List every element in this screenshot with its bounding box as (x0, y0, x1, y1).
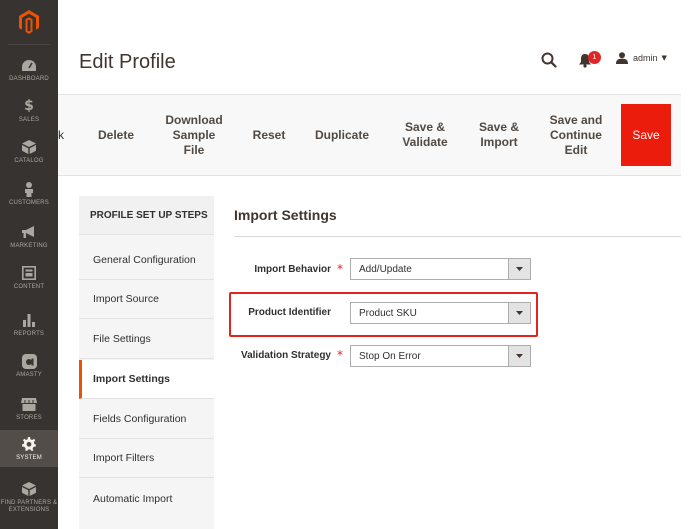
dollar-icon: $ (24, 98, 34, 114)
duplicate-button[interactable]: Duplicate (310, 95, 374, 175)
step-automatic-import[interactable]: Automatic Import (79, 479, 214, 518)
notification-badge: 1 (588, 51, 601, 64)
step-import-filters[interactable]: Import Filters (79, 439, 214, 478)
validation-strategy-label: Validation Strategy (240, 350, 331, 361)
dropdown-arrow-icon (508, 259, 530, 279)
sidebar-item-label: SALES (18, 117, 40, 123)
sidebar-item-dashboard[interactable]: DASHBOARD (0, 57, 58, 83)
validation-strategy-value: Stop On Error (359, 350, 421, 362)
step-fields-configuration[interactable]: Fields Configuration (79, 400, 214, 439)
step-import-settings[interactable]: Import Settings (79, 360, 214, 399)
gear-icon (21, 436, 37, 452)
sidebar-item-customers[interactable]: CUSTOMERS (0, 181, 58, 208)
amasty-icon (21, 353, 37, 369)
sidebar-item-label: FIND PARTNERS & EXTENSIONS (0, 500, 58, 513)
content-icon (21, 265, 37, 281)
person-icon (21, 181, 37, 197)
section-divider (234, 236, 681, 237)
profile-steps-panel: PROFILE SET UP STEPS General Configurati… (79, 196, 214, 529)
store-icon (21, 396, 37, 412)
sidebar-item-system[interactable]: SYSTEM (0, 430, 58, 467)
sidebar-item-catalog[interactable]: CATALOG (0, 139, 58, 166)
sidebar-item-sales[interactable]: $ SALES (0, 98, 58, 124)
sidebar-item-label: CONTENT (13, 284, 45, 290)
sidebar-item-label: CUSTOMERS (8, 200, 50, 206)
admin-user-menu[interactable]: admin ▼ (616, 52, 667, 64)
required-indicator: * (337, 348, 343, 362)
sidebar-item-label: CATALOG (14, 158, 44, 164)
save-continue-edit-button[interactable]: Save and Continue Edit (542, 95, 610, 175)
reset-button[interactable]: Reset (247, 95, 291, 175)
save-validate-button[interactable]: Save & Validate (395, 95, 455, 175)
import-behavior-label: Import Behavior (254, 264, 331, 275)
step-import-source[interactable]: Import Source (79, 280, 214, 319)
bar-chart-icon (21, 312, 37, 328)
sidebar-item-label: AMASTY (16, 372, 42, 378)
admin-sidebar: DASHBOARD $ SALES CATALOG CUSTOMERS MARK… (0, 0, 58, 529)
validation-strategy-select[interactable]: Stop On Error (350, 345, 531, 367)
sidebar-item-reports[interactable]: REPORTS (0, 312, 58, 338)
step-general-configuration[interactable]: General Configuration (79, 241, 214, 280)
user-icon (616, 52, 628, 64)
magento-logo[interactable] (0, 0, 58, 44)
dropdown-arrow-icon (508, 303, 530, 323)
sidebar-item-stores[interactable]: STORES (0, 396, 58, 422)
sidebar-item-marketing[interactable]: MARKETING (0, 224, 58, 251)
product-identifier-value: Product SKU (359, 307, 417, 319)
required-indicator: * (337, 262, 343, 276)
extensions-icon (21, 481, 37, 497)
chevron-down-icon: ▼ (661, 54, 667, 62)
sidebar-item-label: REPORTS (13, 331, 45, 337)
product-identifier-select[interactable]: Product SKU (350, 302, 531, 324)
megaphone-icon (21, 224, 37, 240)
import-behavior-value: Add/Update (359, 263, 412, 275)
page-title: Edit Profile (79, 51, 176, 73)
search-icon[interactable] (541, 52, 557, 68)
back-button[interactable]: k (58, 95, 68, 175)
import-behavior-select[interactable]: Add/Update (350, 258, 531, 280)
dropdown-arrow-icon (508, 346, 530, 366)
sidebar-item-label: DASHBOARD (9, 76, 49, 82)
sidebar-item-label: MARKETING (10, 243, 48, 249)
magento-logo-icon (19, 10, 39, 34)
steps-title: PROFILE SET UP STEPS (79, 196, 214, 235)
sidebar-divider (8, 44, 50, 45)
sidebar-item-extensions[interactable]: FIND PARTNERS & EXTENSIONS (0, 481, 58, 517)
sidebar-item-content[interactable]: CONTENT (0, 265, 58, 295)
delete-button[interactable]: Delete (91, 95, 141, 175)
admin-username: admin (633, 53, 658, 63)
save-import-button[interactable]: Save & Import (471, 95, 527, 175)
step-file-settings[interactable]: File Settings (79, 320, 214, 359)
section-title: Import Settings (234, 207, 337, 223)
box-icon (21, 139, 37, 155)
dashboard-icon (21, 57, 37, 73)
sidebar-item-label: SYSTEM (16, 454, 42, 461)
download-sample-file-button[interactable]: Download Sample File (159, 95, 229, 175)
sidebar-item-label: STORES (16, 415, 42, 421)
sidebar-item-amasty[interactable]: AMASTY (0, 353, 58, 379)
save-button[interactable]: Save (621, 104, 671, 166)
product-identifier-label: Product Identifier (248, 307, 331, 318)
page-actions-toolbar: k Delete Download Sample File Reset Dupl… (58, 94, 681, 176)
